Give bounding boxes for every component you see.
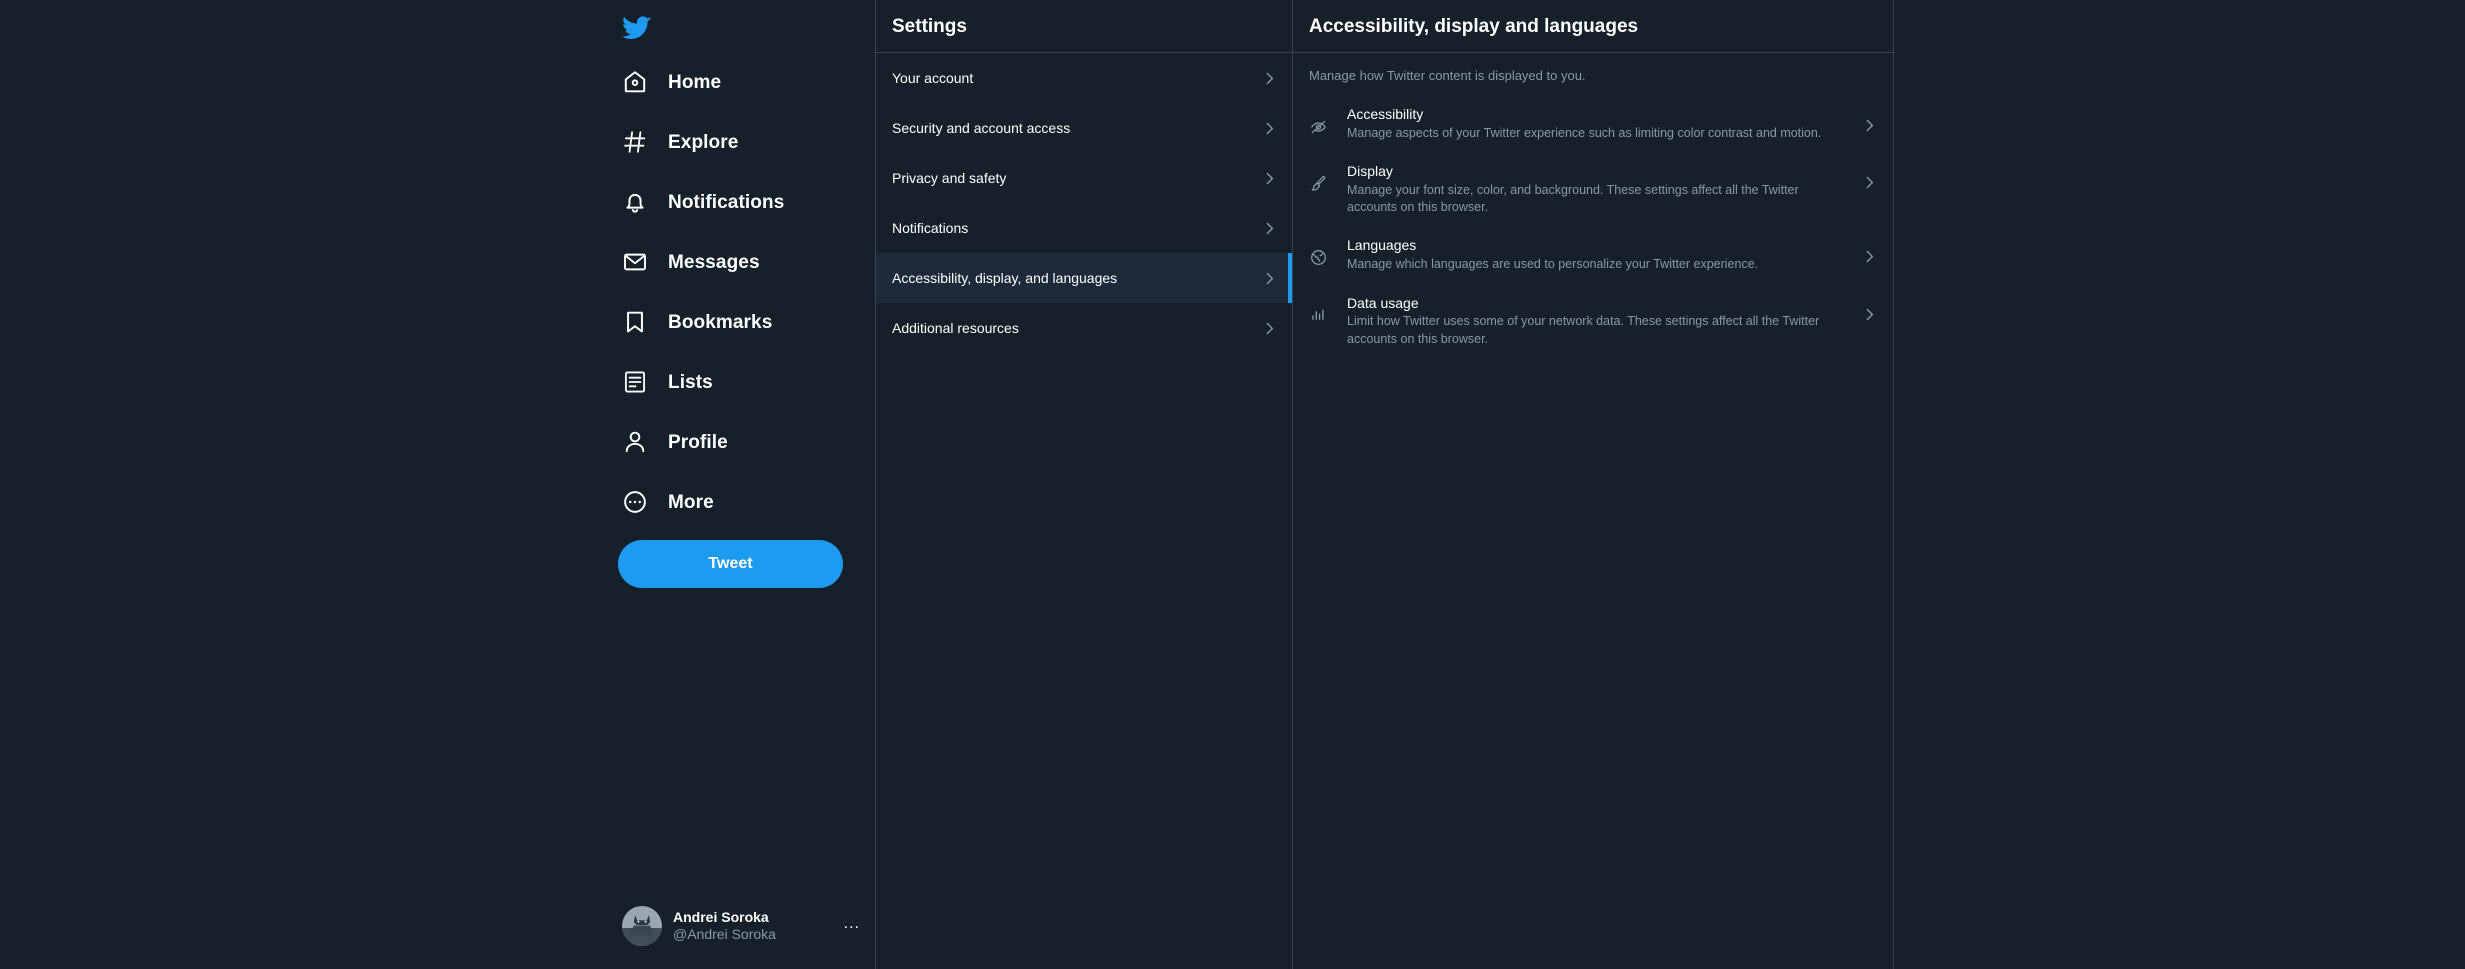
- chevron-right-icon: [1261, 170, 1278, 187]
- bell-icon: [622, 189, 648, 215]
- left-sidebar: Home Explore Notifications Messages Book…: [0, 0, 876, 969]
- settings-row-your-account[interactable]: Your account: [876, 53, 1292, 103]
- chevron-right-icon: [1261, 320, 1278, 337]
- bookmark-icon: [622, 309, 648, 335]
- selected-indicator: [1288, 253, 1292, 303]
- settings-row-label: Additional resources: [892, 320, 1019, 336]
- option-description: Limit how Twitter uses some of your netw…: [1347, 314, 1820, 346]
- settings-row-label: Your account: [892, 70, 974, 86]
- more-circle-icon: [622, 489, 648, 515]
- sidebar-item-label: Bookmarks: [668, 311, 773, 333]
- eye-slash-icon: [1309, 117, 1328, 136]
- settings-row-label: Notifications: [892, 220, 969, 236]
- sidebar-item-label: Explore: [668, 131, 739, 153]
- hashtag-icon: [622, 129, 648, 155]
- sidebar-item-notifications[interactable]: Notifications: [618, 176, 868, 228]
- sidebar-item-label: Lists: [668, 371, 713, 393]
- option-title: Accessibility: [1347, 105, 1424, 122]
- bar-chart-icon: [1309, 306, 1328, 325]
- account-switcher[interactable]: Andrei Soroka @Andrei Soroka ...: [618, 897, 868, 955]
- twitter-bird-logo[interactable]: [618, 0, 674, 56]
- chevron-right-icon: [1261, 270, 1278, 287]
- detail-title: Accessibility, display and languages: [1309, 15, 1639, 37]
- option-body: Languages Manage which languages are use…: [1328, 236, 1861, 273]
- avatar: [622, 906, 662, 946]
- settings-list-panel: Settings Your account Security and accou…: [876, 0, 1293, 969]
- sidebar-item-label: Profile: [668, 431, 728, 453]
- chevron-right-icon: [1261, 220, 1278, 237]
- settings-row-accessibility-display-and-languages[interactable]: Accessibility, display, and languages: [876, 253, 1292, 303]
- envelope-icon: [622, 249, 648, 275]
- option-row-languages[interactable]: Languages Manage which languages are use…: [1293, 226, 1893, 283]
- paintbrush-icon: [1309, 174, 1328, 193]
- account-display-name: Andrei Soroka: [673, 908, 769, 925]
- option-description: Manage which languages are used to perso…: [1347, 257, 1759, 272]
- detail-subtitle: Manage how Twitter content is displayed …: [1309, 68, 1586, 83]
- sidebar-item-label: Notifications: [668, 191, 785, 213]
- option-title: Data usage: [1347, 294, 1419, 311]
- empty-right-region: [1894, 0, 2465, 969]
- person-icon: [622, 429, 648, 455]
- settings-row-label: Privacy and safety: [892, 170, 1007, 186]
- settings-row-notifications[interactable]: Notifications: [876, 203, 1292, 253]
- list-icon: [622, 369, 648, 395]
- chevron-right-icon: [1261, 70, 1278, 87]
- detail-header: Accessibility, display and languages: [1293, 0, 1893, 53]
- settings-row-label: Security and account access: [892, 120, 1071, 136]
- account-more-icon[interactable]: ...: [844, 916, 860, 936]
- home-icon: [622, 69, 648, 95]
- settings-row-label: Accessibility, display, and languages: [892, 270, 1118, 286]
- option-title: Display: [1347, 163, 1393, 180]
- option-row-display[interactable]: Display Manage your font size, color, an…: [1293, 152, 1893, 226]
- sidebar-item-more[interactable]: More: [618, 476, 868, 528]
- option-title: Languages: [1347, 237, 1417, 254]
- option-body: Accessibility Manage aspects of your Twi…: [1328, 105, 1861, 142]
- sidebar-item-lists[interactable]: Lists: [618, 356, 868, 408]
- sidebar-item-messages[interactable]: Messages: [618, 236, 868, 288]
- settings-row-additional-resources[interactable]: Additional resources: [876, 303, 1292, 353]
- option-row-data-usage[interactable]: Data usage Limit how Twitter uses some o…: [1293, 284, 1893, 358]
- sidebar-item-explore[interactable]: Explore: [618, 116, 868, 168]
- option-description: Manage aspects of your Twitter experienc…: [1347, 125, 1822, 140]
- globe-icon: [1309, 248, 1328, 267]
- chevron-right-icon: [1861, 306, 1879, 323]
- chevron-right-icon: [1861, 248, 1879, 265]
- tweet-button[interactable]: Tweet: [618, 540, 843, 588]
- settings-row-security-and-account-access[interactable]: Security and account access: [876, 103, 1292, 153]
- sidebar-inner: Home Explore Notifications Messages Book…: [618, 0, 868, 969]
- sidebar-item-bookmarks[interactable]: Bookmarks: [618, 296, 868, 348]
- sidebar-item-label: Home: [668, 71, 722, 93]
- page-title: Settings: [892, 15, 967, 37]
- chevron-right-icon: [1261, 120, 1278, 137]
- account-handle: @Andrei Soroka: [673, 926, 776, 942]
- settings-list: Your account Security and account access…: [876, 53, 1292, 353]
- option-description: Manage your font size, color, and backgr…: [1347, 182, 1799, 215]
- account-text: Andrei Soroka @Andrei Soroka: [673, 909, 776, 944]
- settings-header: Settings: [876, 0, 1292, 53]
- option-row-accessibility[interactable]: Accessibility Manage aspects of your Twi…: [1293, 95, 1893, 152]
- detail-panel: Accessibility, display and languages Man…: [1293, 0, 1894, 969]
- option-body: Data usage Limit how Twitter uses some o…: [1328, 294, 1861, 348]
- chevron-right-icon: [1861, 117, 1879, 134]
- option-body: Display Manage your font size, color, an…: [1328, 162, 1861, 216]
- sidebar-item-label: Messages: [668, 251, 760, 273]
- settings-row-privacy-and-safety[interactable]: Privacy and safety: [876, 153, 1292, 203]
- sidebar-item-profile[interactable]: Profile: [618, 416, 868, 468]
- chevron-right-icon: [1861, 174, 1879, 191]
- sidebar-item-home[interactable]: Home: [618, 56, 868, 108]
- sidebar-item-label: More: [668, 491, 714, 513]
- twitter-settings-app: Home Explore Notifications Messages Book…: [0, 0, 2465, 969]
